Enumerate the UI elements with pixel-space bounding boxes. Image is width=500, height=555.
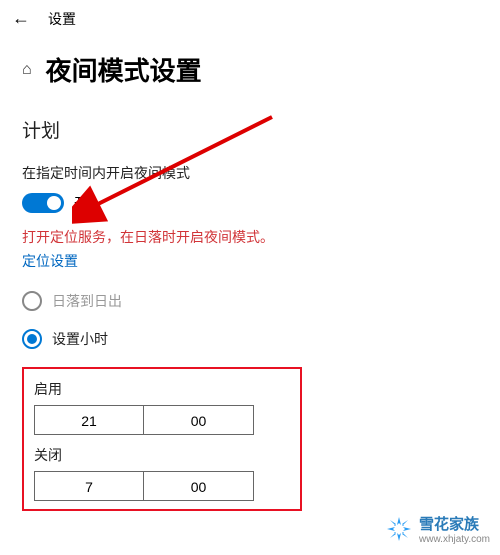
off-time-label: 关闭 bbox=[34, 445, 290, 465]
radio-icon bbox=[22, 329, 42, 349]
time-settings-highlight: 启用 21 00 关闭 7 00 bbox=[22, 367, 302, 511]
header-title: 设置 bbox=[48, 9, 76, 29]
radio-option-sunset[interactable]: 日落到日出 bbox=[22, 291, 478, 311]
home-icon[interactable]: ⌂ bbox=[22, 61, 32, 79]
radio-icon bbox=[22, 291, 42, 311]
off-minute-input[interactable]: 00 bbox=[144, 471, 254, 501]
schedule-description: 在指定时间内开启夜间模式 bbox=[22, 163, 478, 183]
watermark-name: 雪花家族 bbox=[419, 516, 479, 533]
radio-label-sunset: 日落到日出 bbox=[52, 291, 122, 311]
radio-label-hours: 设置小时 bbox=[52, 329, 108, 349]
toggle-state-label: 开 bbox=[74, 193, 88, 213]
back-icon[interactable]: ← bbox=[12, 8, 30, 29]
watermark: 雪花家族 www.xhjaty.com bbox=[385, 513, 490, 545]
on-hour-input[interactable]: 21 bbox=[34, 405, 144, 435]
page-title: 夜间模式设置 bbox=[46, 51, 202, 88]
schedule-toggle[interactable] bbox=[22, 193, 64, 213]
location-warning: 打开定位服务，在日落时开启夜间模式。 bbox=[22, 227, 478, 247]
on-time-label: 启用 bbox=[34, 379, 290, 399]
section-heading-schedule: 计划 bbox=[22, 116, 478, 143]
radio-option-set-hours[interactable]: 设置小时 bbox=[22, 329, 478, 349]
on-minute-input[interactable]: 00 bbox=[144, 405, 254, 435]
watermark-url: www.xhjaty.com bbox=[419, 534, 490, 545]
location-settings-link[interactable]: 定位设置 bbox=[22, 251, 78, 271]
off-hour-input[interactable]: 7 bbox=[34, 471, 144, 501]
snowflake-icon bbox=[385, 515, 413, 543]
